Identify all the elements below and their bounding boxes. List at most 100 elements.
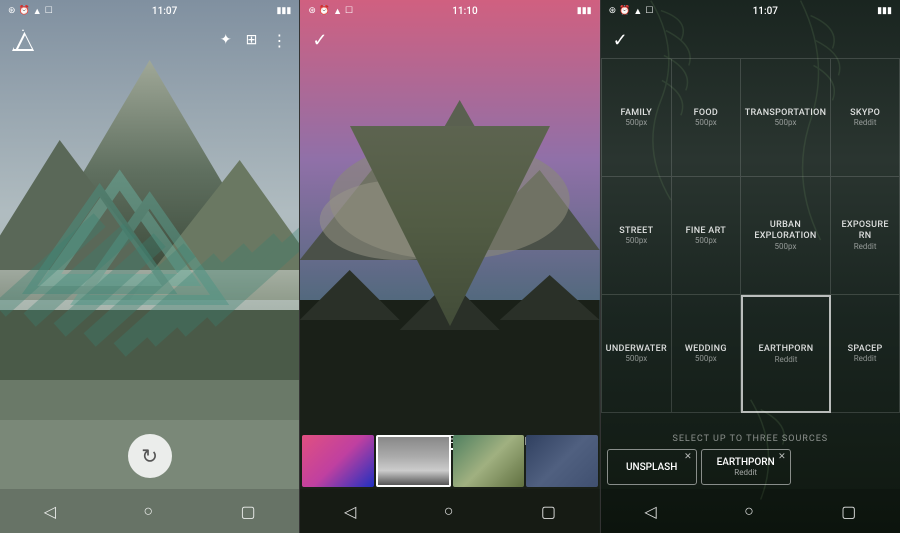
signal-icon-2: ▲ bbox=[333, 6, 342, 17]
bt-icon-3: ⊛ bbox=[609, 6, 617, 16]
status-right-2: ▮▮▮ bbox=[577, 6, 592, 16]
source-fine-art-sub: 500px bbox=[695, 236, 717, 245]
chip-earthporn-close[interactable]: ✕ bbox=[778, 452, 786, 462]
chip-unsplash[interactable]: ✕ UNSPLASH bbox=[607, 449, 697, 485]
source-urban-label: URBAN EXPLORATION bbox=[745, 220, 827, 242]
source-underwater-sub: 500px bbox=[625, 354, 647, 363]
status-left-icons: ⊛ ⏰ ▲ ☐ bbox=[8, 6, 53, 17]
panel-3: ⊛ ⏰ ▲ ☐ 11:07 ▮▮▮ ✓ FAMILY 500px FOOD 50… bbox=[601, 0, 900, 533]
source-family-label: FAMILY bbox=[621, 108, 653, 119]
source-food[interactable]: FOOD 500px bbox=[672, 59, 741, 177]
filter-bg-3 bbox=[453, 435, 524, 487]
checkmark-icon-3[interactable]: ✓ bbox=[613, 30, 628, 51]
source-family[interactable]: FAMILY 500px bbox=[602, 59, 672, 177]
source-urban-sub: 500px bbox=[775, 242, 797, 251]
wifi-icon: ☐ bbox=[45, 6, 53, 16]
chip-earthporn-sub: Reddit bbox=[734, 468, 757, 477]
back-nav-2[interactable]: ◁ bbox=[344, 502, 356, 521]
wifi-icon-2: ☐ bbox=[345, 6, 353, 16]
bt-icon-2: ⊛ bbox=[308, 6, 316, 16]
status-left-3: ⊛ ⏰ ▲ ☐ bbox=[609, 6, 654, 17]
source-skypo[interactable]: SKYPO Reddit bbox=[831, 59, 900, 177]
recent-nav-icon[interactable]: ▢ bbox=[241, 502, 256, 521]
panel1-header: ✦ ⊞ ⋮ bbox=[0, 22, 299, 58]
triangle-outline-icon[interactable] bbox=[12, 29, 34, 51]
chip-unsplash-name: UNSPLASH bbox=[626, 462, 677, 473]
nav-bar-3: ◁ ○ ▢ bbox=[601, 489, 900, 533]
source-earthporn-label: EARTHPORN bbox=[758, 344, 813, 355]
refresh-icon: ↻ bbox=[141, 444, 158, 468]
filter-thumb-2[interactable] bbox=[376, 435, 451, 487]
status-bar-2: ⊛ ⏰ ▲ ☐ 11:10 ▮▮▮ bbox=[300, 0, 599, 22]
filter-bg-2 bbox=[378, 437, 449, 485]
panel3-header: ✓ bbox=[601, 22, 900, 58]
recent-nav-3[interactable]: ▢ bbox=[841, 502, 856, 521]
source-underwater-label: UNDERWATER bbox=[606, 344, 667, 355]
sources-grid: FAMILY 500px FOOD 500px TRANSPORTATION 5… bbox=[601, 58, 900, 413]
home-nav-icon[interactable]: ○ bbox=[143, 501, 153, 521]
refresh-button[interactable]: ↻ bbox=[128, 434, 172, 478]
nav-bar-2: ◁ ○ ▢ bbox=[300, 489, 599, 533]
source-skypo-label: SKYPO bbox=[850, 108, 880, 119]
source-food-label: FOOD bbox=[694, 108, 718, 119]
recent-nav-2[interactable]: ▢ bbox=[541, 502, 556, 521]
checkmark-icon[interactable]: ✓ bbox=[312, 30, 327, 51]
status-bar-3: ⊛ ⏰ ▲ ☐ 11:07 ▮▮▮ bbox=[601, 0, 900, 22]
inverted-triangle-shape bbox=[350, 126, 550, 346]
source-wedding-label: WEDDING bbox=[685, 344, 727, 355]
status-time-3: 11:07 bbox=[753, 6, 778, 17]
magic-wand-icon[interactable]: ✦ bbox=[220, 32, 232, 48]
filter-thumbnails bbox=[300, 433, 599, 489]
selected-sources-bar: ✕ UNSPLASH ✕ EARTHPORN Reddit bbox=[601, 445, 900, 489]
home-nav-3[interactable]: ○ bbox=[744, 501, 754, 521]
alarm-icon-3: ⏰ bbox=[619, 6, 630, 16]
source-earthporn-sub: Reddit bbox=[775, 355, 798, 364]
source-wedding[interactable]: WEDDING 500px bbox=[672, 295, 741, 413]
source-spacep[interactable]: SPACEP Reddit bbox=[831, 295, 900, 413]
battery-icon: ▮▮▮ bbox=[276, 6, 291, 16]
gallery-icon[interactable]: ⊞ bbox=[246, 32, 258, 48]
more-vert-icon[interactable]: ⋮ bbox=[271, 31, 287, 50]
filter-thumb-1[interactable] bbox=[302, 435, 373, 487]
back-nav-icon[interactable]: ◁ bbox=[44, 502, 56, 521]
source-spacep-sub: Reddit bbox=[854, 354, 877, 363]
source-transportation[interactable]: TRANSPORTATION 500px bbox=[741, 59, 832, 177]
source-underwater[interactable]: UNDERWATER 500px bbox=[602, 295, 672, 413]
alarm-icon-2: ⏰ bbox=[319, 6, 330, 16]
status-left-2: ⊛ ⏰ ▲ ☐ bbox=[308, 6, 353, 17]
select-label-text: SELECT UP TO THREE SOURCES bbox=[672, 434, 828, 444]
status-right-3: ▮▮▮ bbox=[877, 6, 892, 16]
source-family-sub: 500px bbox=[625, 118, 647, 127]
status-bar-1: ⊛ ⏰ ▲ ☐ 11:07 ▮▮▮ bbox=[0, 0, 299, 22]
chip-unsplash-close[interactable]: ✕ bbox=[684, 452, 692, 462]
panel2-header: ✓ bbox=[300, 22, 599, 58]
panel1-toolbar: ✦ ⊞ ⋮ bbox=[220, 31, 287, 50]
source-street-label: STREET bbox=[619, 226, 653, 237]
source-exposure-label: EXPOSURE RN bbox=[835, 220, 895, 242]
source-transportation-sub: 500px bbox=[775, 118, 797, 127]
filter-thumb-3[interactable] bbox=[453, 435, 524, 487]
battery-icon-2: ▮▮▮ bbox=[577, 6, 592, 16]
source-fine-art-label: FINE ART bbox=[686, 226, 726, 237]
source-fine-art[interactable]: FINE ART 500px bbox=[672, 177, 741, 295]
home-nav-2[interactable]: ○ bbox=[444, 501, 454, 521]
source-exposure-sub: Reddit bbox=[854, 242, 877, 251]
filter-thumb-4[interactable] bbox=[526, 435, 597, 487]
source-transportation-label: TRANSPORTATION bbox=[745, 108, 827, 119]
source-earthporn[interactable]: EARTHPORN Reddit bbox=[741, 295, 832, 413]
source-street[interactable]: STREET 500px bbox=[602, 177, 672, 295]
signal-icon: ▲ bbox=[33, 6, 42, 17]
source-street-sub: 500px bbox=[625, 236, 647, 245]
filter-bg-1 bbox=[302, 435, 373, 487]
chip-earthporn-name: EARTHPORN bbox=[717, 457, 775, 468]
battery-icon-3: ▮▮▮ bbox=[877, 6, 892, 16]
source-urban-exploration[interactable]: URBAN EXPLORATION 500px bbox=[741, 177, 832, 295]
alarm-icon: ⏰ bbox=[19, 6, 30, 16]
status-time-1: 11:07 bbox=[152, 6, 177, 17]
chip-earthporn[interactable]: ✕ EARTHPORN Reddit bbox=[701, 449, 791, 485]
status-time-2: 11:10 bbox=[452, 6, 477, 17]
panel-2: ⊛ ⏰ ▲ ☐ 11:10 ▮▮▮ ✓ SHAPES FILTERS EFFEC… bbox=[300, 0, 600, 533]
signal-icon-3: ▲ bbox=[633, 6, 642, 17]
back-nav-3[interactable]: ◁ bbox=[644, 502, 656, 521]
source-exposure-rn[interactable]: EXPOSURE RN Reddit bbox=[831, 177, 900, 295]
